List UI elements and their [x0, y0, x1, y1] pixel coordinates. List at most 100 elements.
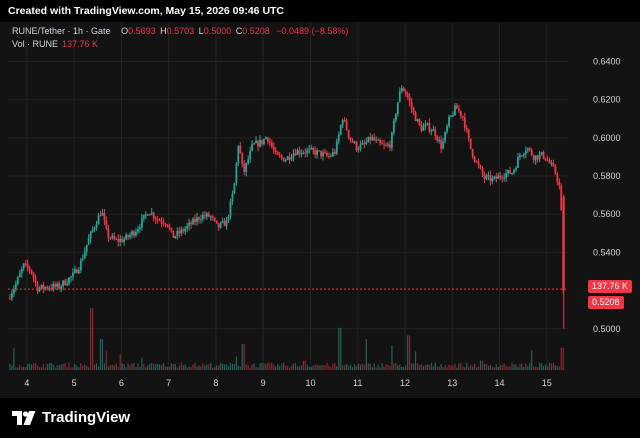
candle-body	[426, 123, 429, 125]
volume-bar	[231, 363, 234, 370]
volume-bar	[379, 367, 381, 370]
candle-body	[9, 298, 11, 300]
candle-body	[111, 235, 114, 239]
candle-body	[144, 214, 147, 216]
volume-bar	[320, 365, 322, 370]
candle-body	[44, 287, 47, 289]
volume-bar	[531, 350, 533, 370]
candle-body	[347, 130, 350, 138]
candle-body	[42, 284, 45, 289]
candle-body	[127, 234, 129, 238]
volume-bar	[298, 366, 300, 370]
volume-bar	[210, 363, 212, 370]
volume-bar	[460, 362, 462, 370]
volume-bar	[322, 365, 324, 370]
volume-bar	[499, 365, 501, 370]
candle-body	[209, 216, 212, 218]
candle-body	[200, 219, 202, 221]
candle-body	[162, 222, 165, 224]
volume-bar	[363, 364, 365, 370]
volume-bar	[162, 363, 165, 370]
candle-body	[335, 141, 338, 154]
candle-body	[343, 120, 346, 122]
volume-bar	[155, 364, 157, 370]
volume-bar	[355, 365, 358, 370]
volume-bar	[521, 363, 523, 370]
candle-body	[536, 155, 539, 160]
volume-bar	[483, 363, 486, 370]
volume-bar	[462, 366, 464, 370]
candle-body	[499, 175, 502, 178]
volume-bar	[495, 364, 497, 370]
candle-body	[198, 217, 200, 220]
volume-bar	[438, 366, 440, 370]
volume-bar	[422, 365, 425, 370]
volume-bar	[95, 363, 98, 370]
candle-body	[369, 136, 372, 141]
volume-bar	[275, 366, 277, 370]
candle-body	[263, 139, 265, 145]
volume-bar	[481, 360, 484, 370]
low-value: 0.5000	[203, 26, 232, 36]
time-tick-label: 9	[261, 378, 266, 388]
volume-bar	[308, 366, 310, 370]
volume-bar	[290, 365, 293, 370]
volume-bar	[123, 364, 125, 370]
volume-bar	[466, 362, 468, 370]
volume-bar	[444, 365, 446, 370]
volume-bar	[430, 363, 432, 370]
candle-body	[266, 137, 269, 142]
volume-bar	[273, 365, 275, 370]
volume-bar	[111, 364, 113, 370]
candles	[9, 85, 565, 329]
candle-body	[345, 120, 348, 131]
volume-bar	[164, 366, 167, 370]
volume-bar	[42, 364, 45, 370]
volume-bar	[489, 365, 491, 370]
candle-body	[398, 91, 401, 103]
volume-bar	[416, 363, 419, 370]
volume-bar	[267, 362, 269, 370]
price-tick-label: 0.5600	[593, 209, 621, 219]
candle-body	[394, 114, 397, 121]
volume-bar	[107, 366, 109, 370]
candle-body	[259, 139, 261, 147]
candle-body	[351, 140, 354, 143]
candle-body	[558, 181, 561, 186]
volume-bar	[475, 367, 478, 370]
candle-body	[475, 161, 478, 163]
volume-bar	[359, 364, 362, 370]
candle-body	[404, 91, 407, 94]
volume-bar	[556, 366, 558, 370]
volume-bar	[334, 362, 336, 370]
price-badge: 0.5208	[588, 296, 624, 309]
volume-bar	[158, 364, 161, 370]
volume-bar	[493, 367, 495, 370]
candle-body	[290, 157, 293, 160]
price-chart[interactable]: 0.6400 0.6200 0.6000 0.5800 0.5600 0.5400 0.50…	[0, 0, 640, 398]
candle-body	[142, 214, 145, 219]
change-value: −0.0489 (−8.58%)	[276, 26, 349, 36]
volume-bar	[40, 367, 43, 370]
volume-bar	[121, 362, 123, 370]
candle-body	[272, 146, 275, 151]
volume-bar	[157, 363, 159, 370]
candle-body	[207, 213, 210, 217]
candle-body	[522, 154, 525, 156]
volume-bar	[511, 362, 513, 370]
candle-body	[396, 102, 399, 115]
candle-body	[422, 126, 425, 131]
candle-body	[517, 157, 519, 168]
candle-body	[487, 175, 490, 177]
candle-body	[34, 277, 37, 283]
candle-body	[284, 159, 287, 162]
volume-bar	[133, 362, 135, 370]
tradingview-logo[interactable]: TradingView	[12, 409, 130, 426]
volume-bar	[312, 365, 314, 370]
symbol-legend: RUNE/Tether · 1h · Gate O0.5693 H0.5703 …	[12, 26, 348, 36]
candle-body	[160, 221, 163, 223]
candle-body	[373, 137, 376, 141]
candle-body	[550, 162, 553, 164]
candle-body	[520, 155, 523, 157]
volume-bar	[178, 365, 180, 370]
